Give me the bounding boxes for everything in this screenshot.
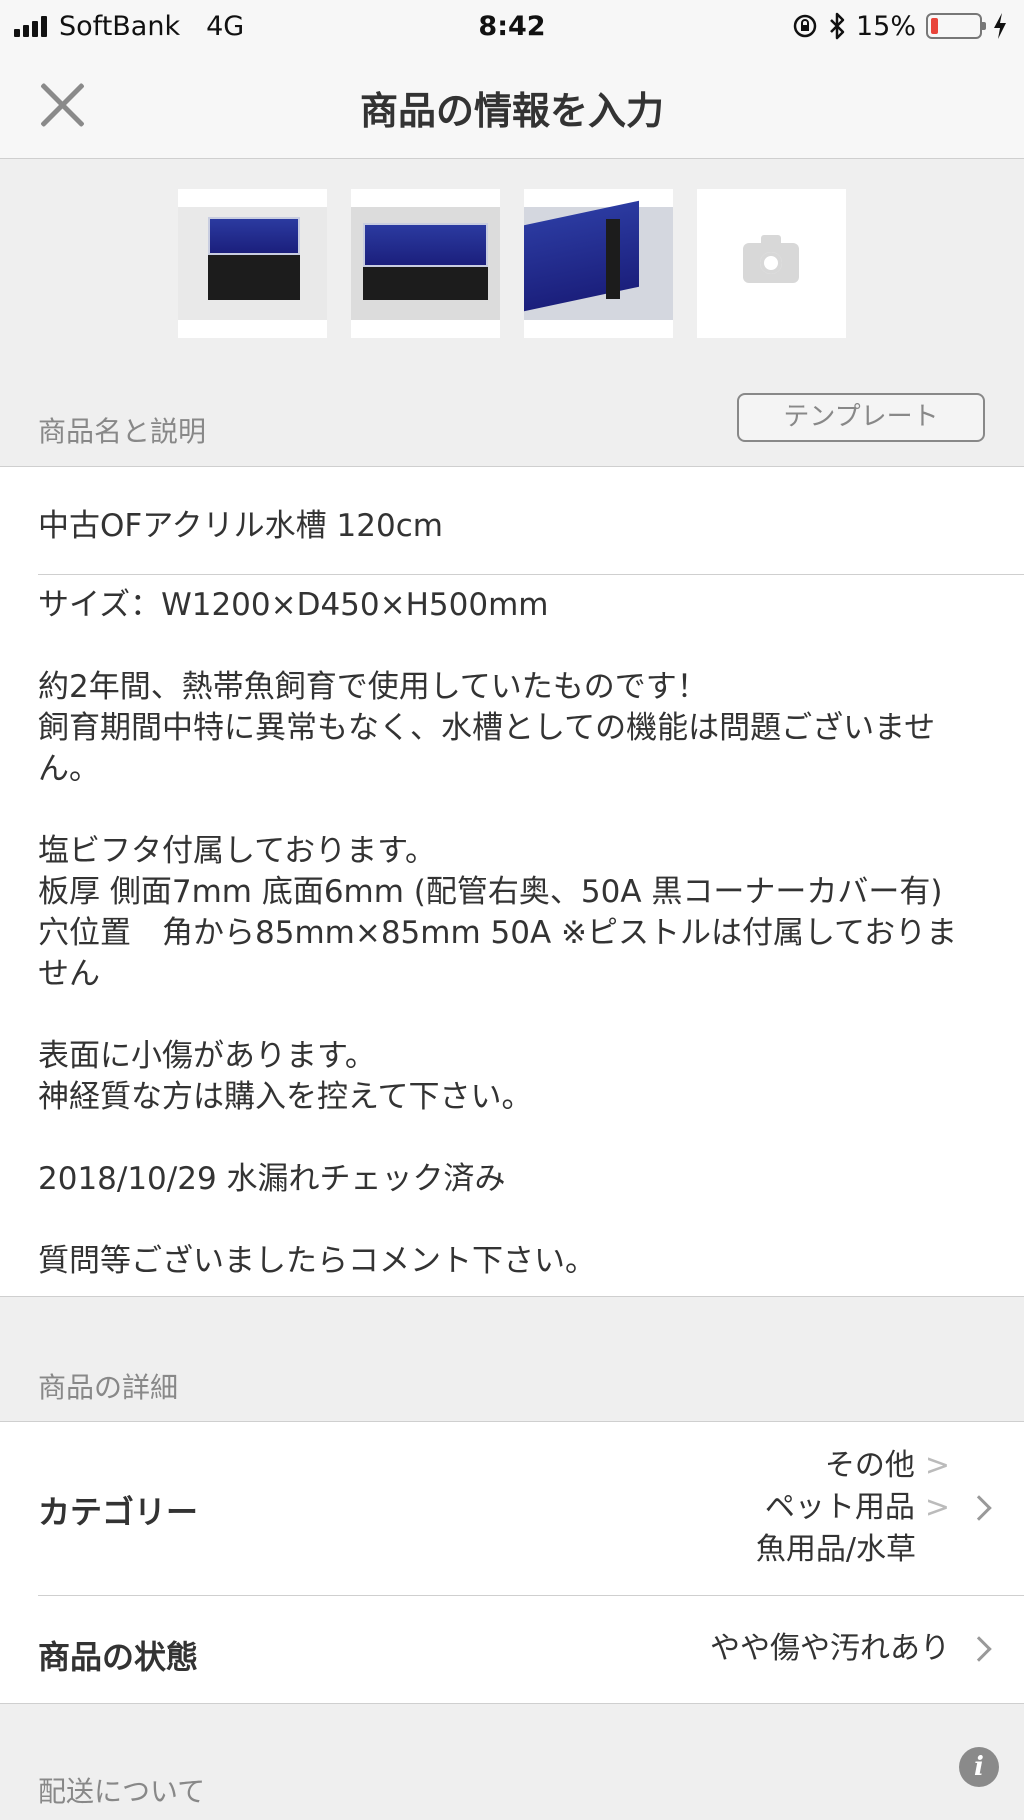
network-type: 4G	[206, 10, 245, 42]
description-line: 塩ビフタ付属しております。	[38, 833, 437, 869]
template-button[interactable]: テンプレート	[737, 393, 985, 442]
nav-bar: 商品の情報を入力	[0, 52, 1024, 159]
description-line: 表面に小傷があります。	[38, 1038, 376, 1074]
battery-percent: 15%	[855, 10, 916, 42]
carrier-name: SoftBank	[59, 10, 181, 42]
description-line	[38, 626, 998, 667]
photo-thumbnail-2[interactable]	[351, 189, 500, 338]
section-label-description: 商品名と説明	[38, 415, 207, 448]
description-line: せん	[38, 956, 100, 992]
chevron-right-icon	[966, 1636, 992, 1662]
battery-icon	[926, 13, 986, 39]
description-line: 約2年間、熱帯魚飼育で使用していたものです！	[38, 669, 708, 705]
description-line: 質問等ございましたらコメント下さい。	[38, 1243, 596, 1279]
bluetooth-icon	[830, 12, 845, 40]
rotation-lock-icon	[793, 14, 817, 38]
signal-icon	[14, 15, 47, 37]
battery-level	[931, 18, 938, 34]
divider	[0, 1703, 1024, 1704]
divider	[0, 1296, 1024, 1297]
description-line	[38, 1200, 998, 1241]
description-line	[38, 995, 998, 1036]
description-line: 2018/10/29 水漏れチェック済み	[38, 1161, 506, 1197]
description-line: 神経質な方は購入を控えて下さい。	[38, 1079, 533, 1115]
status-bar: SoftBank 4G 8:42 15%	[0, 0, 1024, 52]
divider	[38, 574, 1024, 575]
description-line: 板厚 側面7mm 底面6mm (配管右奥、50A 黒コーナーカバー有)	[38, 874, 943, 910]
description-textarea[interactable]: サイズ：W1200×D450×H500mm 約2年間、熱帯魚飼育で使用していたもの…	[38, 585, 998, 1282]
category-level-3: 魚用品/水草	[755, 1532, 916, 1567]
condition-value: やや傷や汚れあり	[710, 1631, 950, 1666]
info-icon[interactable]: i	[959, 1747, 999, 1787]
description-line: 穴位置 角から85mm×85mm 50A ※ピストルは付属しておりま	[38, 915, 958, 951]
category-level-1: その他 >	[824, 1448, 950, 1483]
description-line: サイズ：W1200×D450×H500mm	[38, 587, 549, 623]
photo-thumbnail-1[interactable]	[178, 189, 327, 338]
category-level-2: ペット用品 >	[764, 1490, 950, 1525]
divider	[0, 466, 1024, 467]
photo-thumbnail-3[interactable]	[524, 189, 673, 338]
category-value: その他 > ペット用品 > 魚用品/水草	[756, 1445, 950, 1571]
category-row[interactable]: カテゴリー その他 > ペット用品 > 魚用品/水草	[0, 1421, 1024, 1595]
condition-row[interactable]: 商品の状態 やや傷や汚れあり	[0, 1596, 1024, 1703]
section-label-details: 商品の詳細	[38, 1371, 179, 1404]
photo-strip	[0, 159, 1024, 376]
condition-label: 商品の状態	[38, 1638, 199, 1676]
category-label: カテゴリー	[38, 1493, 199, 1531]
add-photo-button[interactable]	[697, 189, 846, 338]
chevron-right-icon	[966, 1495, 992, 1521]
description-line	[38, 1118, 998, 1159]
page-title: 商品の情報を入力	[359, 89, 664, 133]
charging-icon	[994, 13, 1006, 39]
description-line: 飼育期間中特に異常もなく、水槽としての機能は問題ございませ	[38, 710, 936, 746]
section-label-shipping: 配送について	[38, 1775, 206, 1808]
status-left: SoftBank 4G	[14, 11, 244, 42]
description-line	[38, 790, 998, 831]
status-right: 15%	[792, 11, 1008, 42]
description-line: ん。	[38, 751, 100, 787]
item-name-input[interactable]: 中古OFアクリル水槽 120cm	[38, 500, 443, 545]
camera-icon	[743, 235, 799, 283]
